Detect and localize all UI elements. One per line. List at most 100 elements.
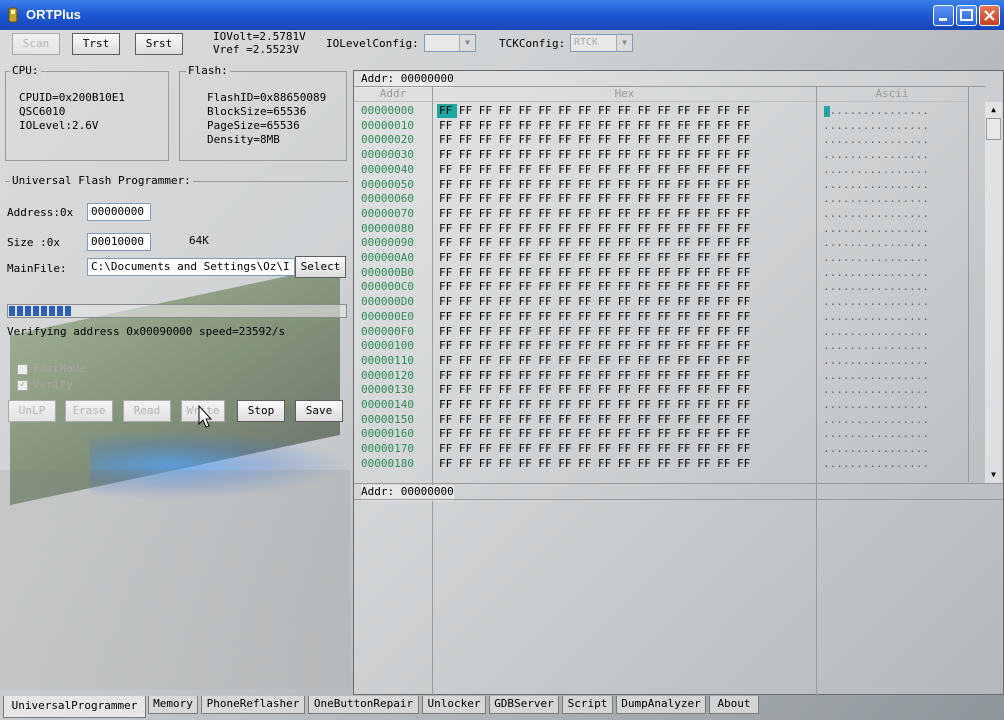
- scrollbar-divider: [968, 87, 969, 482]
- hex-row-bytes[interactable]: FF FF FF FF FF FF FF FF FF FF FF FF FF F…: [439, 427, 750, 440]
- mainfile-input[interactable]: C:\Documents and Settings\Oz\I: [87, 258, 295, 276]
- vref-readout: Vref =2.5523V: [213, 43, 300, 56]
- hex-row-ascii[interactable]: ................: [823, 280, 929, 293]
- hex-row-ascii[interactable]: ................: [823, 325, 929, 338]
- stop-button[interactable]: Stop: [237, 400, 285, 422]
- hex-row-bytes[interactable]: FF FF FF FF FF FF FF FF FF FF FF FF FF F…: [439, 280, 750, 293]
- hex-row-ascii[interactable]: ................: [823, 236, 929, 249]
- hex-row-bytes[interactable]: FF FF FF FF FF FF FF FF FF FF FF FF FF F…: [439, 163, 750, 176]
- hex-row-ascii[interactable]: ................: [823, 251, 929, 264]
- scroll-down-icon[interactable]: ▼: [985, 467, 1002, 483]
- tck-config-select[interactable]: RTCK ▼: [570, 34, 633, 52]
- progress-fill: [9, 306, 71, 316]
- hex-row-bytes[interactable]: FF FF FF FF FF FF FF FF FF FF FF FF FF F…: [439, 398, 750, 411]
- addr-column-header: Addr: [354, 87, 432, 102]
- hex-row-address: 00000170: [361, 442, 414, 456]
- save-button[interactable]: Save: [295, 400, 343, 422]
- hex-row-ascii[interactable]: ................: [823, 310, 929, 323]
- hex-row-ascii[interactable]: ................: [823, 163, 929, 176]
- hex-row-ascii[interactable]: ................: [823, 119, 929, 132]
- hex-row-bytes[interactable]: FF FF FF FF FF FF FF FF FF FF FF FF FF F…: [439, 104, 750, 117]
- hex-row-bytes[interactable]: FF FF FF FF FF FF FF FF FF FF FF FF FF F…: [439, 236, 750, 249]
- unlp-button[interactable]: UnLP: [8, 400, 56, 422]
- chip-name: QSC6010: [19, 105, 66, 118]
- hex-row-ascii[interactable]: ................: [823, 383, 929, 396]
- hex-row-ascii[interactable]: ................: [823, 178, 929, 191]
- fastmode-checkbox[interactable]: [17, 364, 28, 375]
- hex-row-bytes[interactable]: FF FF FF FF FF FF FF FF FF FF FF FF FF F…: [439, 178, 750, 191]
- hex-row-ascii[interactable]: ................: [823, 192, 929, 205]
- tab-dumpanalyzer[interactable]: DumpAnalyzer: [616, 696, 706, 714]
- hex-row-bytes[interactable]: FF FF FF FF FF FF FF FF FF FF FF FF FF F…: [439, 310, 750, 323]
- tab-onebuttonrepair[interactable]: OneButtonRepair: [308, 696, 419, 714]
- hex-row-ascii[interactable]: ................: [823, 133, 929, 146]
- hex-row-bytes[interactable]: FF FF FF FF FF FF FF FF FF FF FF FF FF F…: [439, 266, 750, 279]
- tck-config-value: RTCK: [574, 37, 599, 48]
- hex-row-address: 00000140: [361, 398, 414, 411]
- hex-row-bytes[interactable]: FF FF FF FF FF FF FF FF FF FF FF FF FF F…: [439, 457, 750, 470]
- cpu-legend: CPU:: [10, 64, 41, 77]
- hex-row-bytes[interactable]: FF FF FF FF FF FF FF FF FF FF FF FF FF F…: [439, 369, 750, 382]
- hex-row-ascii[interactable]: ................: [823, 207, 929, 220]
- hex-row-ascii[interactable]: ................: [823, 398, 929, 411]
- srst-button[interactable]: Srst: [135, 33, 183, 55]
- select-file-button[interactable]: Select: [295, 256, 346, 278]
- verify-checkbox[interactable]: ✓: [17, 380, 28, 391]
- hex-row-bytes[interactable]: FF FF FF FF FF FF FF FF FF FF FF FF FF F…: [439, 251, 750, 264]
- address-input[interactable]: 00000000: [87, 203, 151, 221]
- ascii-column-header: Ascii: [817, 87, 967, 102]
- hex-row-ascii[interactable]: ................: [823, 222, 929, 235]
- title-bar[interactable]: ORTPlus: [0, 0, 1004, 30]
- hex-row-bytes[interactable]: FF FF FF FF FF FF FF FF FF FF FF FF FF F…: [439, 207, 750, 220]
- hex-row-bytes[interactable]: FF FF FF FF FF FF FF FF FF FF FF FF FF F…: [439, 295, 750, 308]
- hex-row-bytes[interactable]: FF FF FF FF FF FF FF FF FF FF FF FF FF F…: [439, 133, 750, 146]
- scroll-thumb[interactable]: [986, 118, 1001, 140]
- hex-row-ascii[interactable]: ................: [823, 148, 929, 161]
- hex-scrollbar[interactable]: ▲ ▼: [985, 102, 1002, 483]
- hex-row-bytes[interactable]: FF FF FF FF FF FF FF FF FF FF FF FF FF F…: [439, 222, 750, 235]
- hex-row-ascii[interactable]: ................: [823, 339, 929, 352]
- tab-unlocker[interactable]: Unlocker: [422, 696, 486, 714]
- hex-row-ascii[interactable]: ................: [823, 369, 929, 382]
- size-input[interactable]: 00010000: [87, 233, 151, 251]
- hex-row-ascii[interactable]: ................: [823, 457, 929, 470]
- hex-row-bytes[interactable]: FF FF FF FF FF FF FF FF FF FF FF FF FF F…: [439, 354, 750, 367]
- read-button[interactable]: Read: [123, 400, 171, 422]
- hex-row-bytes[interactable]: FF FF FF FF FF FF FF FF FF FF FF FF FF F…: [439, 383, 750, 396]
- tab-universalprogrammer[interactable]: UniversalProgrammer: [3, 696, 146, 718]
- cpu-iolevel: IOLevel:2.6V: [19, 119, 99, 132]
- trst-button[interactable]: Trst: [72, 33, 120, 55]
- hex-row-ascii[interactable]: ................: [823, 427, 929, 440]
- tab-script[interactable]: Script: [562, 696, 613, 714]
- hex-row-bytes[interactable]: FF FF FF FF FF FF FF FF FF FF FF FF FF F…: [439, 442, 750, 455]
- hex-row-bytes[interactable]: FF FF FF FF FF FF FF FF FF FF FF FF FF F…: [439, 325, 750, 338]
- progress-segment: [17, 306, 23, 316]
- hex-row-bytes[interactable]: FF FF FF FF FF FF FF FF FF FF FF FF FF F…: [439, 119, 750, 132]
- addr-column-divider: [432, 87, 433, 697]
- hex-row-ascii[interactable]: ................: [823, 295, 929, 308]
- scroll-up-icon[interactable]: ▲: [985, 102, 1002, 118]
- tab-memory[interactable]: Memory: [148, 696, 198, 714]
- hex-row-ascii[interactable]: ................: [823, 104, 929, 117]
- maximize-button[interactable]: [956, 5, 977, 26]
- hex-row-ascii[interactable]: ................: [823, 354, 929, 367]
- hex-row-bytes[interactable]: FF FF FF FF FF FF FF FF FF FF FF FF FF F…: [439, 192, 750, 205]
- hex-row-bytes[interactable]: FF FF FF FF FF FF FF FF FF FF FF FF FF F…: [439, 413, 750, 426]
- hex-row-bytes[interactable]: FF FF FF FF FF FF FF FF FF FF FF FF FF F…: [439, 339, 750, 352]
- iolevel-config-label: IOLevelConfig:: [326, 37, 419, 50]
- hex-row-ascii[interactable]: ................: [823, 413, 929, 426]
- hex-row-ascii[interactable]: ................: [823, 442, 929, 455]
- maximize-icon: [960, 9, 973, 21]
- iolevel-config-select[interactable]: ▼: [424, 34, 476, 52]
- tab-about[interactable]: About: [709, 696, 759, 714]
- minimize-button[interactable]: [933, 5, 954, 26]
- close-button[interactable]: [979, 5, 1000, 26]
- tab-gdbserver[interactable]: GDBServer: [489, 696, 559, 714]
- erase-button[interactable]: Erase: [65, 400, 113, 422]
- tab-phonereflasher[interactable]: PhoneReflasher: [201, 696, 305, 714]
- scan-button[interactable]: Scan: [12, 33, 60, 55]
- hex-row-bytes[interactable]: FF FF FF FF FF FF FF FF FF FF FF FF FF F…: [439, 148, 750, 161]
- hex-row-ascii[interactable]: ................: [823, 266, 929, 279]
- progress-segment: [9, 306, 15, 316]
- hex-row-address: 00000020: [361, 133, 414, 147]
